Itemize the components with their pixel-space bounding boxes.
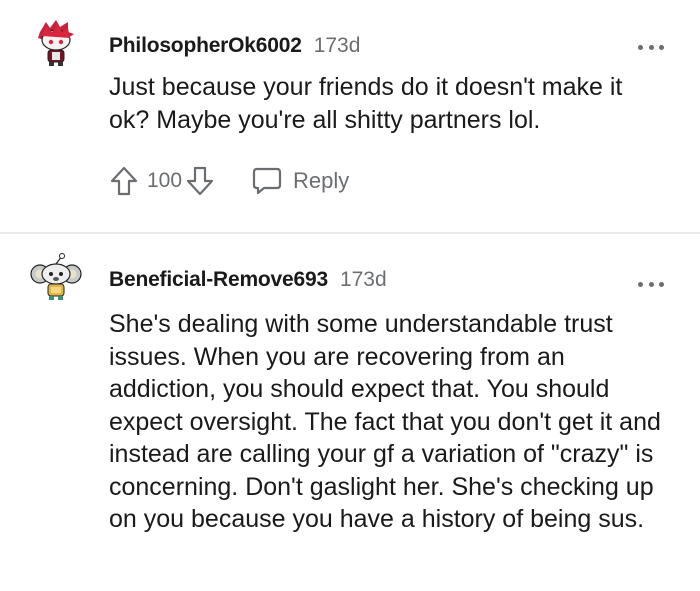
comment-body: She's dealing with some understandable t…	[109, 310, 661, 533]
username-link[interactable]: PhilosopherOk6002	[109, 34, 302, 58]
user-avatar[interactable]	[30, 252, 82, 304]
comment-beneficial-remove693: Beneficial-Remove693 173d She's dealing …	[0, 234, 700, 591]
user-avatar[interactable]	[30, 18, 82, 70]
snoo-avatar-icon	[30, 253, 82, 300]
more-dot	[648, 44, 654, 50]
more-options-button[interactable]	[638, 279, 664, 289]
comment-actions: 100 Reply	[109, 163, 349, 199]
reply-button[interactable]: Reply	[251, 166, 349, 196]
comment-meta: PhilosopherOk6002 173d	[109, 34, 360, 62]
username-link[interactable]: Beneficial-Remove693	[109, 268, 328, 292]
more-dot	[638, 281, 643, 287]
more-dot	[659, 44, 664, 50]
more-dot	[648, 281, 654, 287]
downvote-arrow-icon[interactable]	[185, 165, 215, 197]
snoo-avatar-icon	[38, 20, 74, 66]
speech-bubble-icon	[252, 167, 282, 195]
comment-body: Just because your friends do it doesn't …	[109, 73, 623, 134]
comment-meta: Beneficial-Remove693 173d	[109, 268, 387, 296]
reply-label: Reply	[293, 168, 350, 193]
comment-timestamp: 173d	[313, 34, 361, 57]
more-dot	[659, 281, 664, 287]
vote-score: 100	[147, 169, 183, 192]
comment-philosopherok6002: PhilosopherOk6002 173d Just because your…	[0, 0, 700, 232]
more-dot	[638, 44, 643, 50]
more-options-button[interactable]	[638, 42, 664, 52]
upvote-arrow-icon[interactable]	[109, 165, 139, 197]
comment-timestamp: 173d	[339, 268, 387, 291]
